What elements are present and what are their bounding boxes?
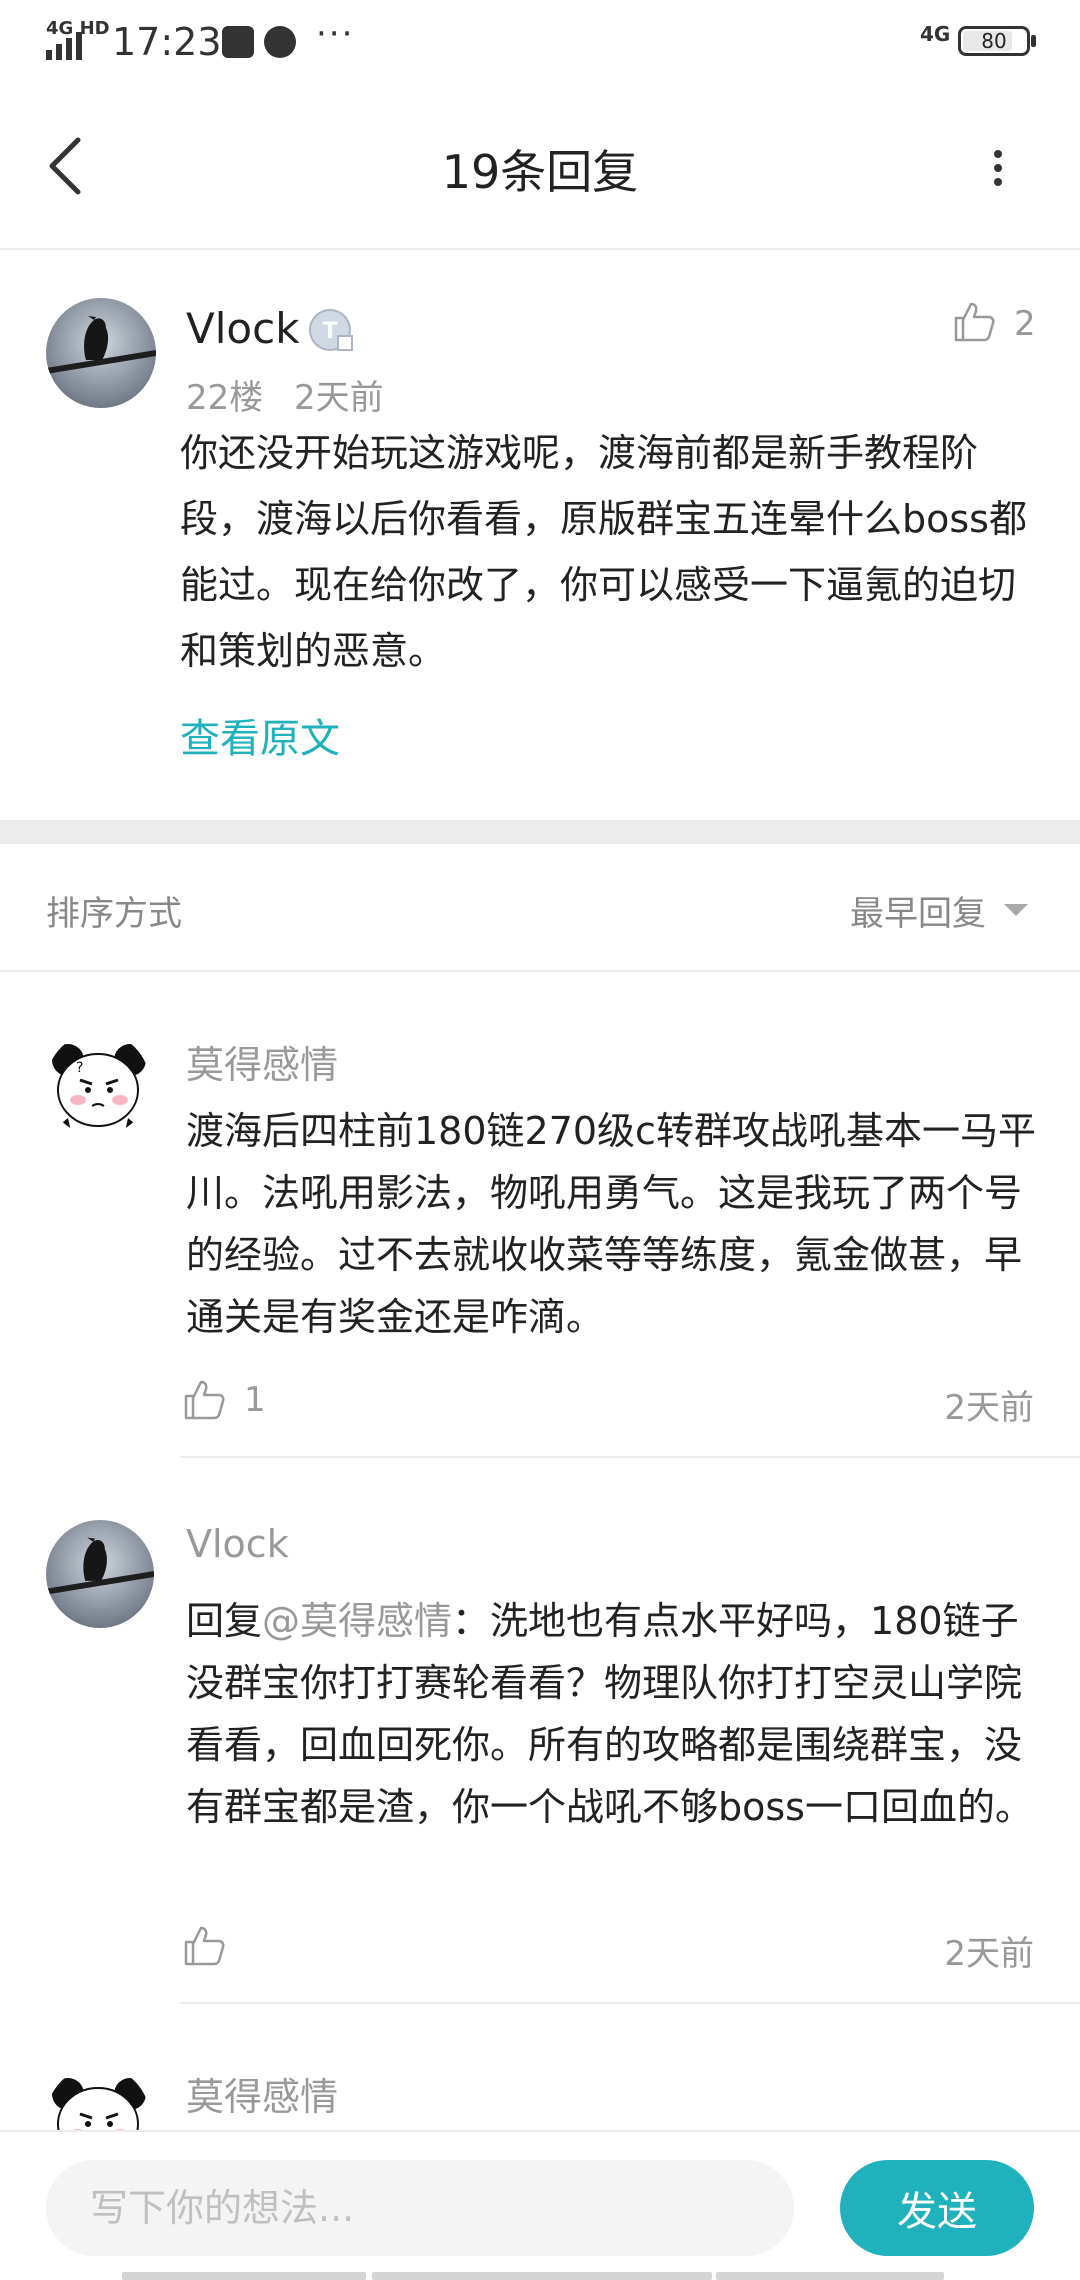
floor-number: 22楼 <box>186 378 264 418</box>
battery-percent: 80 <box>981 29 1007 53</box>
top-app-bar: 19条回复 <box>0 84 1080 250</box>
reply-text: 渡海后四柱前180链270级c转群攻战吼基本一马平川。法吼用影法，物吼用勇气。这… <box>186 1109 1036 1339</box>
avatar[interactable] <box>46 298 156 408</box>
message-notification-icon <box>222 26 254 58</box>
view-original-link[interactable]: 查看原文 <box>180 706 340 764</box>
more-notifications-icon: ··· <box>316 14 355 54</box>
svg-text:?: ? <box>76 1060 83 1076</box>
network-type-label: 4G <box>920 22 951 46</box>
section-divider <box>0 820 1080 844</box>
reply-prefix: 回复 <box>186 1599 263 1643</box>
network-label: 4G HD <box>46 18 110 39</box>
send-button[interactable]: 发送 <box>840 2160 1034 2256</box>
page-title: 19条回复 <box>441 145 639 199</box>
comment-composer: 发送 <box>0 2130 1080 2280</box>
thumbs-up-icon[interactable] <box>182 1924 226 1968</box>
reply-divider <box>180 1456 1080 1458</box>
avatar[interactable] <box>46 2066 150 2130</box>
like-count: 2 <box>1014 304 1036 344</box>
sort-bar: 排序方式 最早回复 <box>0 844 1080 972</box>
reply-author[interactable]: 莫得感情 <box>186 2066 338 2121</box>
panda-avatar-icon: ? <box>46 1032 150 1136</box>
reply-author[interactable]: Vlock <box>186 1522 289 1566</box>
reply-time: 2天前 <box>944 1934 1034 1974</box>
comment-time: 2天前 <box>294 378 384 418</box>
avatar[interactable] <box>46 1520 154 1628</box>
caret-down-icon[interactable] <box>1004 904 1028 916</box>
nav-indicator <box>372 2272 712 2280</box>
comment-author[interactable]: Vlock <box>186 304 300 353</box>
thumbs-up-icon[interactable] <box>952 300 996 344</box>
reply-author[interactable]: 莫得感情 <box>186 1034 338 1089</box>
battery-cap <box>1031 35 1036 47</box>
comment-input[interactable] <box>46 2160 794 2256</box>
badge-letter: T <box>322 319 337 344</box>
like-count: 1 <box>244 1380 266 1420</box>
nav-indicator <box>716 2272 944 2280</box>
comment-text: 你还没开始玩这游戏呢，渡海前都是新手教程阶段，渡海以后你看看，原版群宝五连晕什么… <box>180 431 1027 673</box>
status-time: 17:23 <box>112 20 222 64</box>
bird-avatar-icon <box>46 298 156 408</box>
battery-icon: 80 <box>958 26 1030 56</box>
reply-time: 2天前 <box>944 1388 1034 1428</box>
bird-avatar-icon <box>46 1520 154 1628</box>
avatar[interactable]: ? <box>46 1032 150 1136</box>
more-vertical-icon[interactable] <box>976 146 1020 190</box>
app-notification-icon <box>264 26 296 58</box>
panda-avatar-icon <box>46 2066 150 2130</box>
reply-text: 回复@莫得感情：洗地也有点水平好吗，180链子没群宝你打打赛轮看看？物理队你打打… <box>186 1590 1036 1838</box>
sort-dropdown[interactable]: 最早回复 <box>850 886 986 935</box>
reply-divider <box>180 2002 1080 2004</box>
thumbs-up-icon[interactable] <box>182 1378 226 1422</box>
mention-link[interactable]: @莫得感情 <box>262 1599 452 1643</box>
nav-indicator <box>122 2272 366 2280</box>
status-bar: 4G HD 17:23 ··· 4G 80 <box>0 0 1080 84</box>
sort-label: 排序方式 <box>46 894 182 934</box>
user-level-badge-icon: T <box>309 309 353 351</box>
